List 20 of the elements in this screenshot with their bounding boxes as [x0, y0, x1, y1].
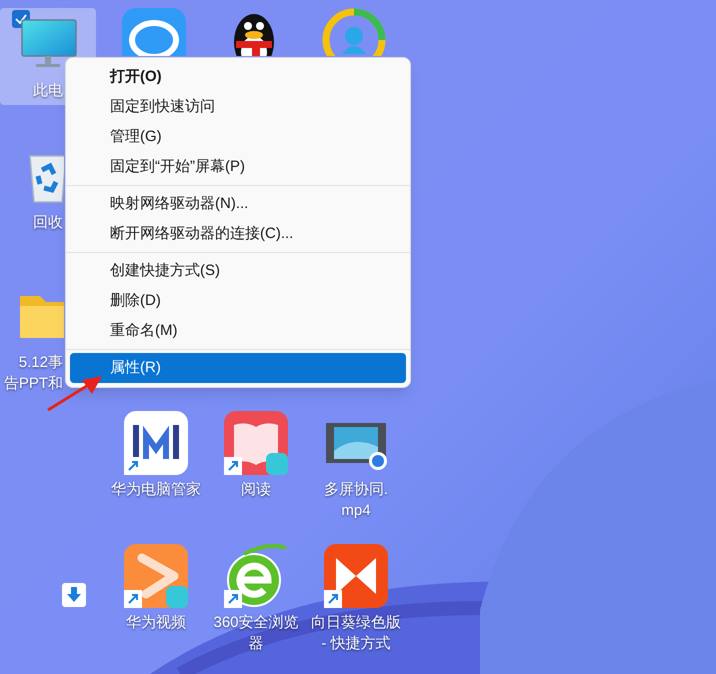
icon-label: 360安全浏览 器 — [213, 613, 299, 654]
icon-label: 5.12事 告PPT和 — [4, 353, 63, 394]
menu-item[interactable]: 属性(R) — [70, 353, 406, 383]
e-logo-browser-icon — [224, 544, 288, 608]
desktop-icon[interactable]: 向日葵绿色版 - 快捷方式 — [308, 540, 404, 658]
icon-label: 阅读 — [241, 480, 271, 500]
m-logo-app-icon — [124, 411, 188, 475]
icon-label: 此电 — [33, 81, 63, 101]
icon-label: 向日葵绿色版 - 快捷方式 — [311, 613, 401, 654]
menu-item[interactable]: 删除(D) — [70, 286, 406, 316]
book-app-icon — [224, 411, 288, 475]
desktop-icon[interactable]: 360安全浏览 器 — [208, 540, 304, 658]
icon-label: 回收 — [33, 213, 63, 233]
icon-label: 多屏协同. mp4 — [324, 480, 388, 521]
play-app-icon — [124, 544, 188, 608]
bowtie-app-icon — [324, 544, 388, 608]
menu-item[interactable]: 创建快捷方式(S) — [70, 256, 406, 286]
icon-label: 华为视频 — [126, 613, 186, 633]
icon-label: 华为电脑管家 — [111, 480, 201, 500]
menu-item[interactable]: 重命名(M) — [70, 316, 406, 346]
